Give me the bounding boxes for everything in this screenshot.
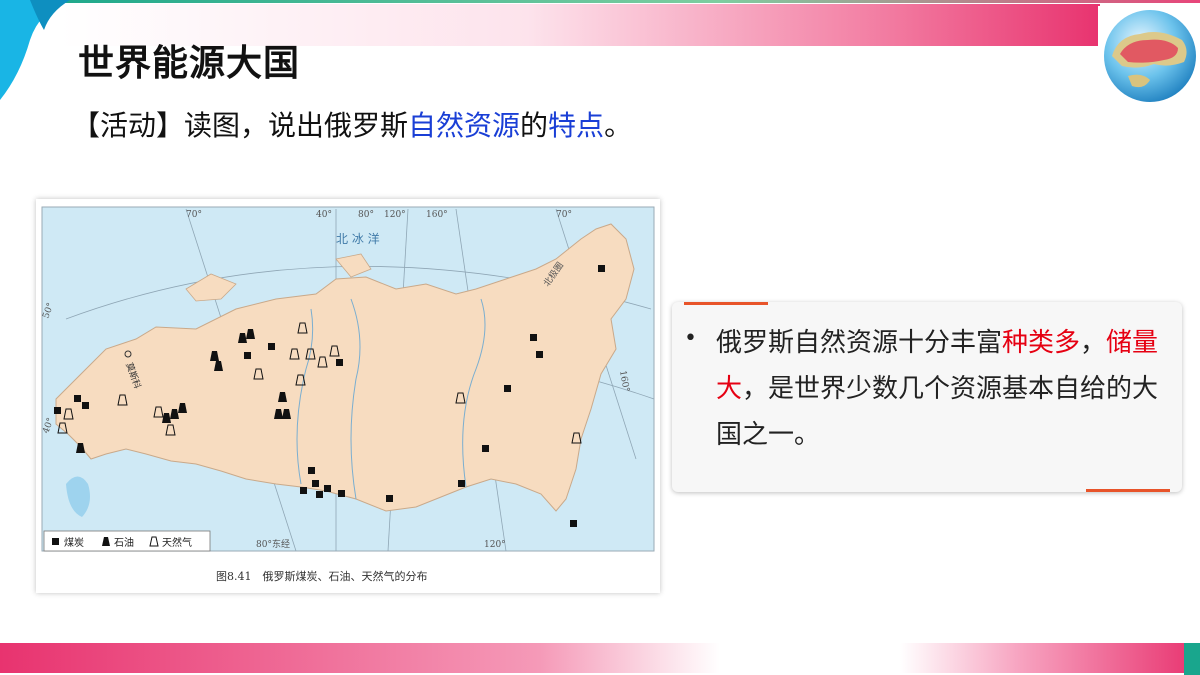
legend-coal-icon [52, 538, 59, 545]
coal-marker [316, 491, 323, 498]
lon-label: 70° [186, 210, 202, 220]
map-caption: 图8.41 俄罗斯煤炭、石油、天然气的分布 [216, 569, 428, 583]
coal-marker [570, 520, 577, 527]
coal-marker [386, 495, 393, 502]
meridian-label: 80°东经 [256, 538, 290, 550]
coal-marker [324, 485, 331, 492]
card-accent-top [684, 302, 768, 305]
coal-marker [536, 351, 543, 358]
legend-coal-label: 煤炭 [64, 536, 84, 549]
coal-marker [308, 467, 315, 474]
globe-icon [1098, 6, 1200, 104]
coal-marker [338, 490, 345, 497]
info-text-part: ，是世界少数几个资源基本自给的大国之一。 [716, 374, 1159, 450]
legend-gas-label: 天然气 [162, 536, 192, 549]
resource-map-card: 北 冰 洋 莫斯科 北极圈 80°东经 70° 40° 80° 120° 160… [36, 199, 660, 593]
lon-label: 80° [358, 210, 374, 220]
activity-text-end: 。 [604, 109, 633, 142]
coal-marker [458, 480, 465, 487]
coal-marker [598, 265, 605, 272]
coal-marker [300, 487, 307, 494]
top-accent-line [0, 0, 1200, 3]
corner-decoration [0, 0, 70, 100]
activity-prompt: 【活动】读图，说出俄罗斯自然资源的特点。 [72, 104, 632, 144]
bullet-dot: • [684, 326, 697, 351]
coal-marker [268, 343, 275, 350]
coal-marker [336, 359, 343, 366]
coal-marker [312, 480, 319, 487]
lon-label: 40° [316, 210, 332, 220]
bottom-corner-accent [1184, 643, 1200, 675]
coal-marker [244, 352, 251, 359]
bottom-band [0, 643, 1200, 673]
activity-highlight-features: 特点 [548, 109, 605, 142]
ocean-label: 北 冰 洋 [336, 231, 380, 246]
lon-label: 120° [484, 540, 506, 550]
highlight-many-kinds: 种类多 [1002, 328, 1081, 358]
page-title: 世界能源大国 [78, 43, 301, 84]
coal-marker [54, 407, 61, 414]
lon-label: 70° [556, 210, 572, 220]
info-text: 俄罗斯自然资源十分丰富种类多，储量大，是世界少数几个资源基本自给的大国之一。 [716, 320, 1164, 458]
coal-marker [82, 402, 89, 409]
russia-resource-map: 北 冰 洋 莫斯科 北极圈 80°东经 70° 40° 80° 120° 160… [41, 206, 655, 583]
card-accent-bottom [1086, 489, 1170, 492]
activity-text: 【活动】读图，说出俄罗斯 [72, 109, 409, 142]
activity-text-de: 的 [520, 109, 549, 142]
info-text-part: 俄罗斯自然资源十分丰富 [716, 328, 1003, 358]
info-card: • 俄罗斯自然资源十分丰富种类多，储量大，是世界少数几个资源基本自给的大国之一。 [672, 302, 1182, 492]
coal-marker [504, 385, 511, 392]
legend-oil-label: 石油 [114, 536, 134, 549]
info-text-comma: ， [1080, 328, 1107, 358]
coal-marker [482, 445, 489, 452]
coal-marker [530, 334, 537, 341]
activity-highlight-resources: 自然资源 [408, 109, 521, 142]
lon-label: 160° [426, 210, 448, 220]
lon-label: 120° [384, 210, 406, 220]
coal-marker [74, 395, 81, 402]
